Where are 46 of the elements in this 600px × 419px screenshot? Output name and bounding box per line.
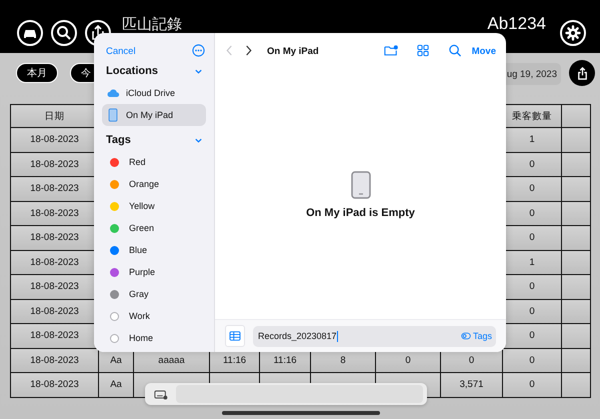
vehicle-id: Ab1234 [487,14,546,34]
tag-item[interactable]: Gray [129,289,149,299]
move-button[interactable]: Move [472,46,496,57]
cancel-button[interactable]: Cancel [106,46,136,57]
share-button[interactable] [569,60,595,86]
tag-item[interactable]: Red [129,157,146,167]
period-button[interactable]: 本月 [16,63,58,83]
filename-field[interactable]: Records_20230817 Tags [253,326,496,346]
empty-message: On My iPad is Empty [306,207,415,219]
new-folder-icon[interactable] [384,44,398,57]
table-cell: Aa [98,372,134,397]
car-icon[interactable] [17,20,43,46]
search-icon[interactable] [51,20,77,46]
tag-item[interactable]: Home [129,333,154,343]
tag-item[interactable]: Yellow [129,201,155,211]
tag-icon [460,332,471,340]
tablet-icon [350,171,370,199]
tag-item[interactable]: Work [129,311,150,321]
section-title: Tags [106,134,131,146]
grid-icon[interactable] [416,44,430,57]
table-icon [229,331,241,341]
location-item[interactable]: iCloud Drive [102,82,206,104]
keyboard-icon[interactable] [154,388,168,400]
tablet-icon [106,108,120,122]
folder-title: On My iPad [267,46,319,57]
table-cell: 18-08-2023 [10,372,98,397]
more-icon[interactable] [192,44,205,57]
tag-item[interactable]: Green [129,223,154,233]
app-title: 匹山記錄 [122,15,182,34]
forward-icon[interactable] [244,44,253,57]
tag-item[interactable]: Orange [129,179,160,189]
share-icon [576,66,588,80]
tag-circle [110,334,119,342]
section-title: Locations [106,65,158,77]
tag-item[interactable]: Blue [129,245,148,255]
table-cell: 3,571 [440,372,502,397]
table-cell: 0 [502,324,562,348]
table-cell: 18-08-2023 [10,348,98,372]
tag-circle [110,312,119,320]
settings-icon[interactable] [560,20,586,46]
table-cell: 0 [502,372,562,397]
tag-item[interactable]: Purple [129,267,156,277]
table-cell: 18-08-2023 [10,324,98,348]
table-cell: 0 [502,348,562,372]
table-view-button[interactable] [225,325,245,347]
location-item[interactable]: On My iPad [102,104,206,126]
